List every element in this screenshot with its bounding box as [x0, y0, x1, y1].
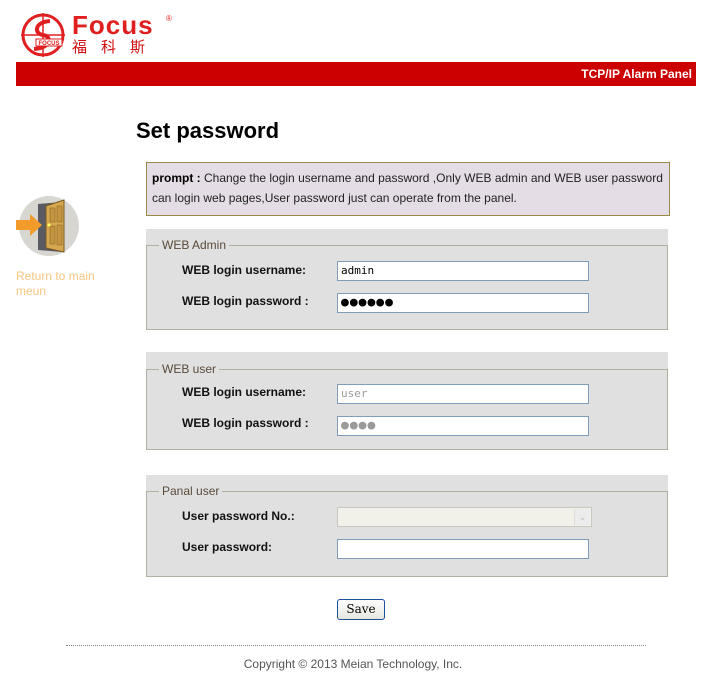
user-password-label: User password: — [182, 540, 273, 554]
web-admin-section: WEB Admin WEB login username: admin WEB … — [146, 229, 668, 330]
web-user-password-input[interactable]: ●●●● — [337, 416, 589, 436]
web-admin-username-label: WEB login username: — [182, 263, 307, 277]
web-user-username-label: WEB login username: — [182, 385, 307, 399]
focus-logo-mark-icon: FOCUS — [21, 13, 65, 57]
web-admin-legend: WEB Admin — [159, 238, 230, 252]
web-admin-fieldset: WEB Admin — [146, 238, 668, 330]
svg-text:FOCUS: FOCUS — [39, 41, 60, 47]
user-password-input[interactable] — [337, 539, 589, 559]
footer-divider — [66, 645, 646, 646]
user-password-number-select[interactable]: ⌄ — [337, 507, 592, 527]
web-admin-password-input[interactable]: ●●●●●● — [337, 293, 589, 313]
web-user-username-input[interactable]: user — [337, 384, 589, 404]
logo-wordmark: Focus — [72, 10, 154, 40]
product-title: TCP/IP Alarm Panel — [581, 67, 692, 81]
prompt-text: Change the login username and password ,… — [152, 171, 663, 205]
prompt-box: prompt : Change the login username and p… — [146, 162, 670, 216]
copyright-text: Copyright © 2013 Meian Technology, Inc. — [243, 657, 463, 671]
web-user-legend: WEB user — [159, 362, 220, 376]
web-admin-password-label: WEB login password : — [182, 294, 309, 308]
exit-door-icon[interactable] — [16, 194, 82, 258]
panel-user-legend: Panal user — [159, 484, 223, 498]
chevron-down-icon[interactable]: ⌄ — [574, 509, 590, 525]
user-password-number-label: User password No.: — [182, 509, 295, 523]
return-to-main-menu-link[interactable]: Return to main meun — [16, 269, 116, 299]
panel-user-fieldset: Panal user — [146, 484, 668, 577]
registered-mark: ® — [166, 14, 172, 23]
save-button[interactable]: Save — [337, 599, 385, 620]
page-title: Set password — [136, 118, 280, 143]
focus-logo: FOCUS Focus ® 福科斯 — [20, 10, 180, 58]
logo-chinese-name: 福科斯 — [72, 38, 160, 56]
web-user-password-label: WEB login password : — [182, 416, 309, 430]
prompt-label: prompt : — [152, 171, 201, 185]
web-admin-username-input[interactable]: admin — [337, 261, 589, 281]
web-user-section: WEB user WEB login username: user WEB lo… — [146, 352, 668, 450]
header-bar: TCP/IP Alarm Panel — [16, 62, 696, 86]
web-user-fieldset: WEB user — [146, 362, 668, 450]
panel-user-section: Panal user User password No.: ⌄ User pas… — [146, 475, 668, 577]
